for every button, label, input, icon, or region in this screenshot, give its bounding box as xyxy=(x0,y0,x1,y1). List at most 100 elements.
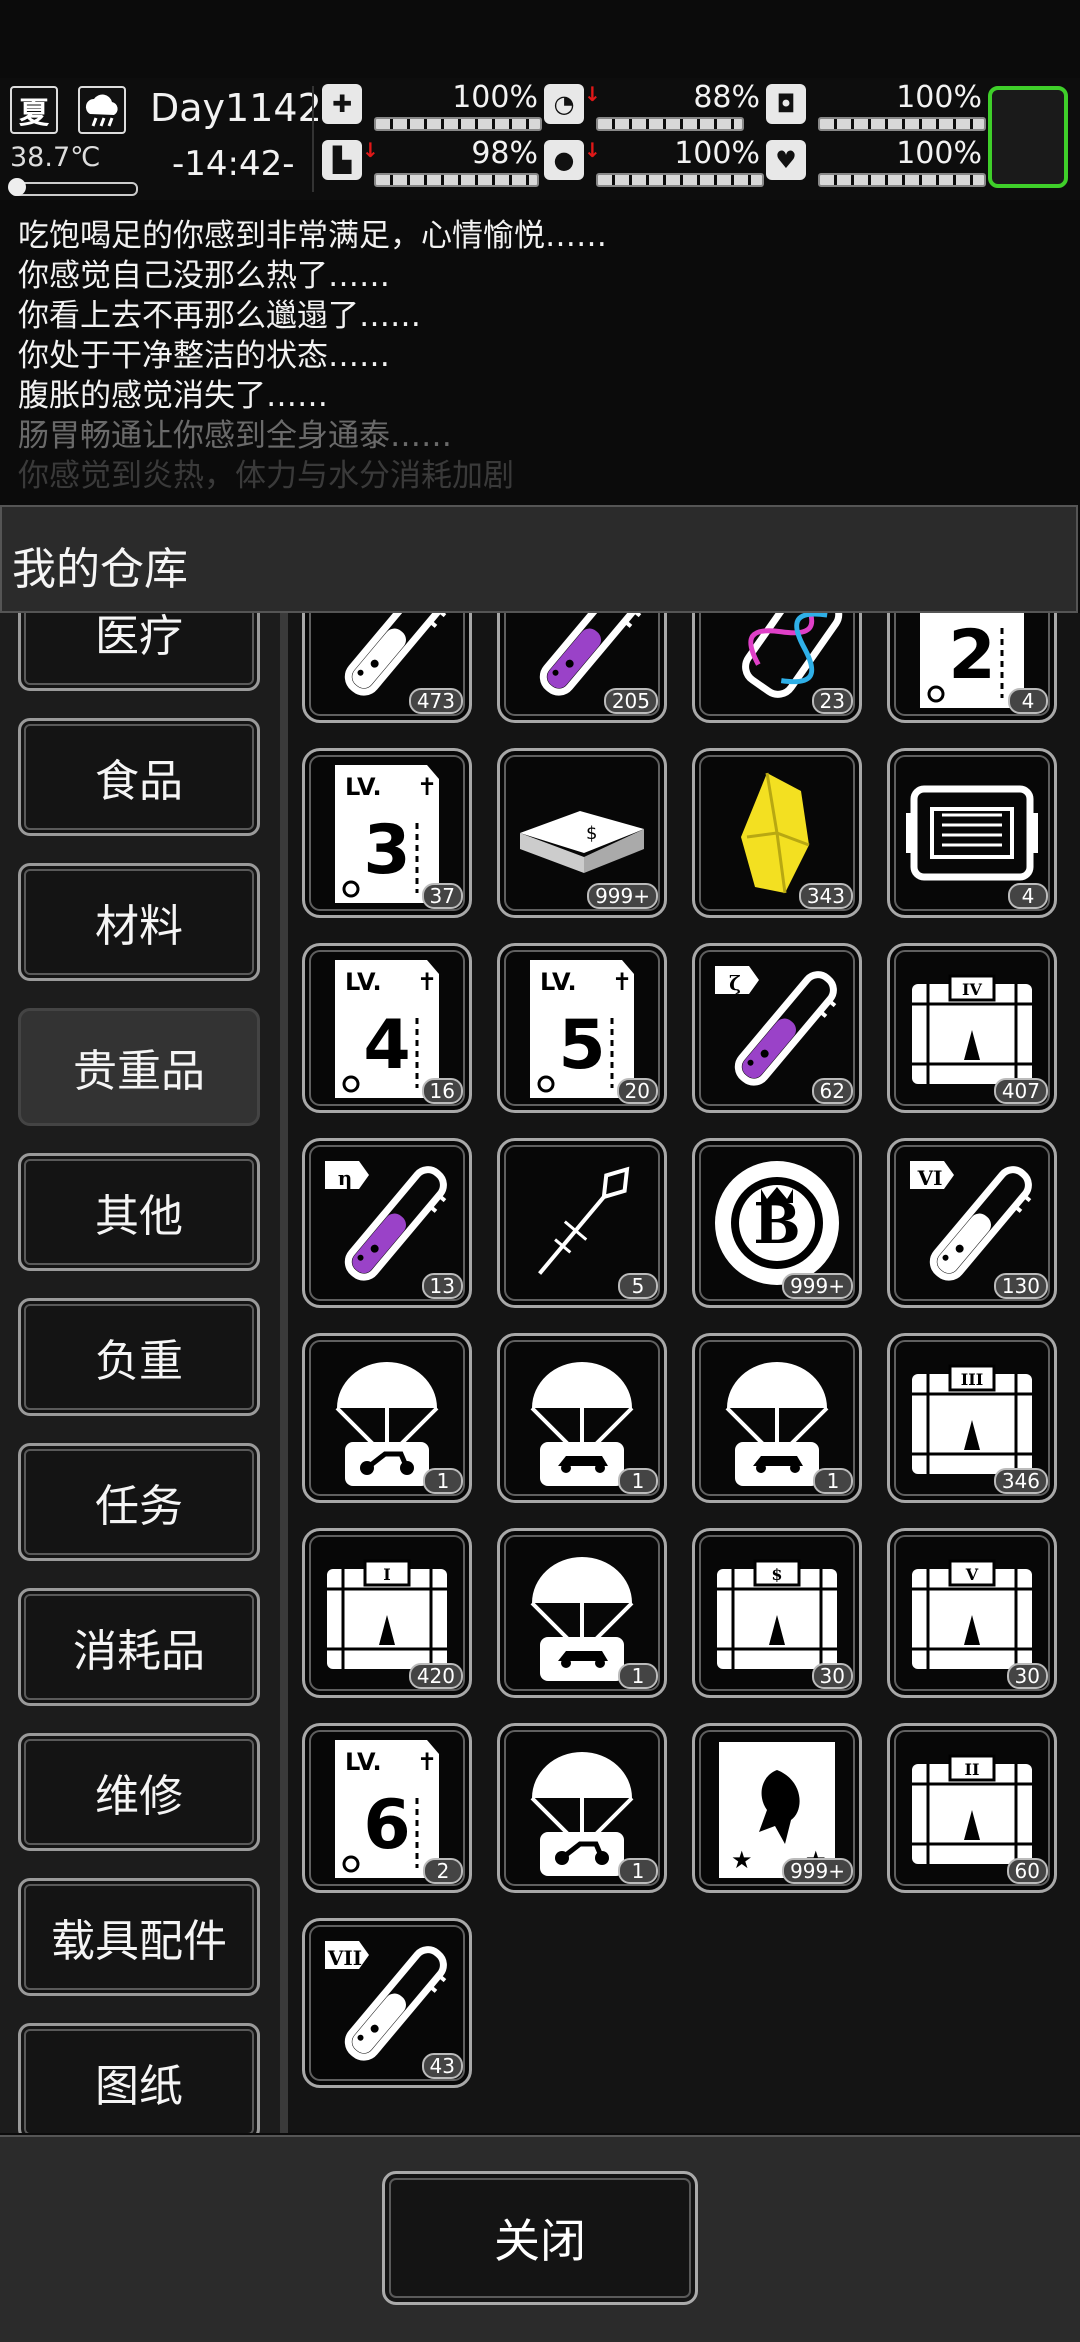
item-slot[interactable]: II 60 xyxy=(887,1723,1057,1893)
svg-text:VII: VII xyxy=(327,1946,362,1970)
log-line: 腹胀的感觉消失了…… xyxy=(18,378,328,414)
category-button[interactable]: 图纸 xyxy=(18,2023,260,2133)
item-slot[interactable]: LV. ✝ 3 37 xyxy=(302,748,472,918)
footer-bar: 关闭 xyxy=(0,2135,1080,2342)
item-slot[interactable]: 1 xyxy=(302,1333,472,1503)
category-button[interactable]: 其他 xyxy=(18,1153,260,1271)
item-slot[interactable]: B 999+ xyxy=(692,1138,862,1308)
item-slot[interactable]: V 30 xyxy=(887,1528,1057,1698)
item-slot[interactable]: 1 xyxy=(497,1723,667,1893)
item-slot[interactable]: 5 xyxy=(497,1138,667,1308)
svg-text:2: 2 xyxy=(948,616,995,695)
stat-bar xyxy=(818,117,986,131)
stomach-icon: ◔ xyxy=(544,84,584,124)
game-clock: -14:42- xyxy=(172,144,295,184)
stat-bar xyxy=(374,117,542,131)
item-slot[interactable]: II 23 xyxy=(692,613,862,723)
down-arrow-icon: ↓ xyxy=(584,82,601,106)
item-slot[interactable]: I 420 xyxy=(302,1528,472,1698)
svg-text:✝: ✝ xyxy=(417,1748,437,1776)
svg-text:V: V xyxy=(965,1565,979,1584)
item-slot[interactable]: III 346 xyxy=(887,1333,1057,1503)
item-count-badge: 130 xyxy=(993,1273,1048,1299)
medkit-icon: ✚ xyxy=(322,84,362,124)
svg-text:I: I xyxy=(383,1565,390,1584)
day-counter: Day1142 xyxy=(150,86,322,130)
category-button[interactable]: 负重 xyxy=(18,1298,260,1416)
svg-text:III: III xyxy=(961,1370,983,1389)
svg-text:η: η xyxy=(338,1166,353,1190)
close-button[interactable]: 关闭 xyxy=(382,2171,698,2305)
stat-value: 100% xyxy=(896,136,982,171)
temperature-readout: 38.7℃ xyxy=(10,142,101,173)
svg-text:II: II xyxy=(965,1760,980,1779)
log-line: 你感觉到炎热，体力与水分消耗加剧 xyxy=(18,458,514,494)
item-slot[interactable]: IV 407 xyxy=(887,943,1057,1113)
svg-text:VI: VI xyxy=(917,1166,943,1190)
item-count-badge: 205 xyxy=(603,688,658,714)
page-title: 我的仓库 xyxy=(12,544,188,595)
item-count-badge: 13 xyxy=(421,1273,463,1299)
category-button[interactable]: 消耗品 xyxy=(18,1588,260,1706)
category-button[interactable]: 食品 xyxy=(18,718,260,836)
stat-bar xyxy=(596,173,764,187)
item-slot[interactable]: ★★999+ xyxy=(692,1723,862,1893)
item-count-badge: 37 xyxy=(421,883,463,909)
item-slot[interactable]: VII 43 xyxy=(302,1918,472,2088)
svg-text:LV.: LV. xyxy=(540,968,577,996)
svg-text:$: $ xyxy=(586,823,597,844)
item-slot[interactable]: 1 xyxy=(497,1528,667,1698)
item-slot[interactable]: 1 xyxy=(497,1333,667,1503)
down-arrow-icon: ↓ xyxy=(362,138,379,162)
item-slot[interactable]: 343 xyxy=(692,748,862,918)
item-slot[interactable]: LV. ✝ 6 2 xyxy=(302,1723,472,1893)
log-line: 肠胃畅通让你感到全身通泰…… xyxy=(18,418,452,454)
item-count-badge: 23 xyxy=(811,688,853,714)
cloud-rain-icon xyxy=(78,86,126,134)
stat-stamina: ▙ ↓ 98% xyxy=(322,136,540,187)
item-count-badge: 343 xyxy=(798,883,853,909)
item-slot[interactable]: $ 30 xyxy=(692,1528,862,1698)
svg-text:4: 4 xyxy=(363,1006,410,1085)
stat-stomach: ◔ ↓ 88% xyxy=(544,80,762,131)
svg-text:✝: ✝ xyxy=(417,773,437,801)
category-button[interactable]: 任务 xyxy=(18,1443,260,1561)
category-button[interactable]: 载具配件 xyxy=(18,1878,260,1996)
category-button[interactable]: 医疗 xyxy=(18,613,260,691)
category-button[interactable]: 贵重品 xyxy=(18,1008,260,1126)
svg-text:★: ★ xyxy=(731,1846,753,1874)
boot-icon: ▙ xyxy=(322,140,362,180)
item-slot[interactable]: LV. ✝ 4 16 xyxy=(302,943,472,1113)
toilet-icon: ◘ xyxy=(766,84,806,124)
log-line: 吃饱喝足的你感到非常满足，心情愉悦…… xyxy=(18,218,607,254)
item-slot[interactable]: η 13 xyxy=(302,1138,472,1308)
item-count-badge: 1 xyxy=(618,1858,658,1884)
svg-text:LV.: LV. xyxy=(345,1748,382,1776)
item-count-badge: 43 xyxy=(421,2053,463,2079)
svg-text:5: 5 xyxy=(558,1006,605,1085)
stat-health: ✚ 100% xyxy=(322,80,542,131)
item-slot[interactable]: f 205 xyxy=(497,613,667,723)
item-slot[interactable]: 1 xyxy=(692,1333,862,1503)
item-slot[interactable]: V 473 xyxy=(302,613,472,723)
category-button[interactable]: 维修 xyxy=(18,1733,260,1851)
item-slot[interactable]: 4 xyxy=(887,748,1057,918)
item-slot[interactable]: ζ 62 xyxy=(692,943,862,1113)
stat-value: 100% xyxy=(452,80,538,115)
water-drop-icon: ● xyxy=(544,140,584,180)
item-grid[interactable]: V 473f 205II 23 LV. ✝ 2 4 LV. ✝ 3 xyxy=(288,613,1080,2133)
log-line: 你处于干净整洁的状态…… xyxy=(18,338,390,374)
svg-text:$: $ xyxy=(771,1565,782,1584)
quick-slot[interactable] xyxy=(988,86,1068,188)
item-slot[interactable]: $999+ xyxy=(497,748,667,918)
item-slot[interactable]: LV. ✝ 2 4 xyxy=(887,613,1057,723)
item-slot[interactable]: VI 130 xyxy=(887,1138,1057,1308)
category-button[interactable]: 材料 xyxy=(18,863,260,981)
svg-text:6: 6 xyxy=(363,1786,410,1865)
category-sidebar[interactable]: 医疗食品材料贵重品其他负重任务消耗品维修载具配件图纸 xyxy=(0,613,280,2133)
stat-bar xyxy=(818,173,986,187)
item-count-badge: 4 xyxy=(1008,883,1048,909)
item-count-badge: 4 xyxy=(1008,688,1048,714)
status-hud: 夏 38.7℃ Day1142 -14:42- ✚ 100% ◔ ↓ 88% ◘ 100% ▙… xyxy=(0,78,1080,200)
item-slot[interactable]: LV. ✝ 5 20 xyxy=(497,943,667,1113)
